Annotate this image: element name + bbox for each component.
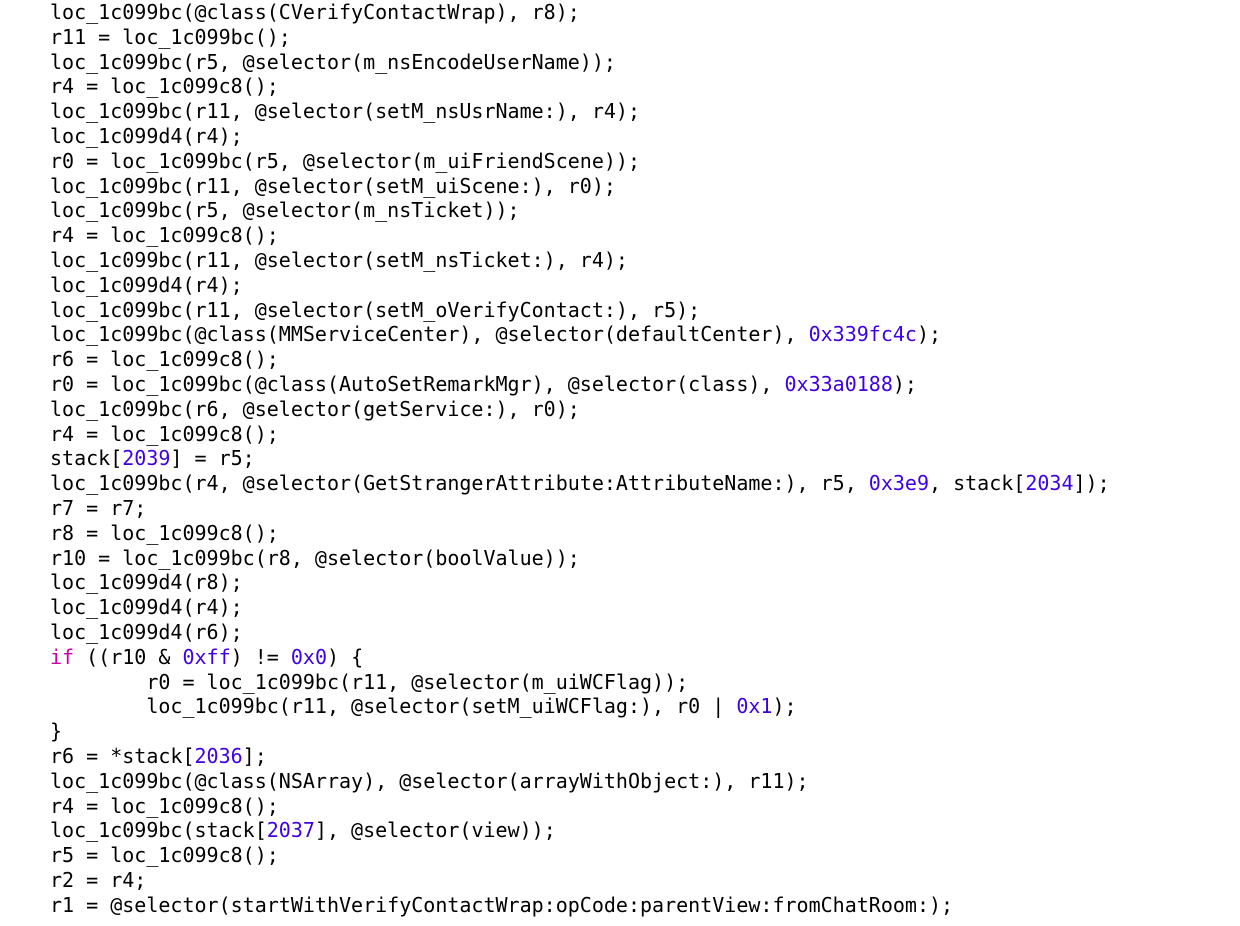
code-line: loc_1c099d4(r8); [50,570,243,594]
disassembly-code-block: loc_1c099bc(@class(CVerifyContactWrap), … [0,0,1240,917]
code-text: loc_1c099bc(r4, @selector(GetStrangerAtt… [50,471,869,495]
code-line: r7 = r7; [50,496,146,520]
code-line: loc_1c099bc(r11, @selector(setM_nsUsrNam… [50,99,640,123]
code-text: loc_1c099bc(r11, @selector(setM_nsTicket… [50,248,628,272]
code-line: loc_1c099bc(@class(NSArray), @selector(a… [50,769,809,793]
code-text: r4 = loc_1c099c8(); [50,794,279,818]
code-text: ) { [327,645,363,669]
code-line: loc_1c099bc(@class(CVerifyContactWrap), … [50,0,580,24]
code-text: ]; [243,744,267,768]
code-line: r4 = loc_1c099c8(); [50,422,279,446]
code-text: r2 = r4; [50,868,146,892]
code-line: r1 = @selector(startWithVerifyContactWra… [50,893,953,917]
number-literal: 0xff [182,645,230,669]
code-text: loc_1c099bc(@class(MMServiceCenter), @se… [50,322,809,346]
code-text: r6 = loc_1c099c8(); [50,347,279,371]
code-text: stack[ [50,446,122,470]
keyword-token: if [50,645,74,669]
code-text: r1 = @selector(startWithVerifyContactWra… [50,893,953,917]
code-text: loc_1c099bc(stack[ [50,818,267,842]
code-text: r4 = loc_1c099c8(); [50,74,279,98]
code-line: r8 = loc_1c099c8(); [50,521,279,545]
code-line: loc_1c099d4(r4); [50,124,243,148]
code-line: r4 = loc_1c099c8(); [50,74,279,98]
code-text: r0 = loc_1c099bc(r11, @selector(m_uiWCFl… [50,670,688,694]
code-line: r0 = loc_1c099bc(r11, @selector(m_uiWCFl… [50,670,688,694]
code-text: r4 = loc_1c099c8(); [50,422,279,446]
code-line: } [50,719,62,743]
code-line: loc_1c099bc(r4, @selector(GetStrangerAtt… [50,471,1110,495]
code-line: loc_1c099d4(r4); [50,273,243,297]
code-line: loc_1c099bc(r11, @selector(setM_oVerifyC… [50,298,700,322]
code-text: r6 = *stack[ [50,744,195,768]
number-literal: 2036 [195,744,243,768]
code-text: r4 = loc_1c099c8(); [50,223,279,247]
code-text: loc_1c099d4(r6); [50,620,243,644]
code-line: loc_1c099d4(r6); [50,620,243,644]
code-line: r0 = loc_1c099bc(r5, @selector(m_uiFrien… [50,149,640,173]
code-text: loc_1c099bc(r5, @selector(m_nsTicket)); [50,198,520,222]
code-text: loc_1c099d4(r8); [50,570,243,594]
code-text: ] = r5; [170,446,254,470]
code-text: loc_1c099bc(@class(NSArray), @selector(a… [50,769,809,793]
code-text: loc_1c099bc(@class(CVerifyContactWrap), … [50,0,580,24]
code-text: ], @selector(view)); [315,818,556,842]
number-literal: 0x339fc4c [809,322,917,346]
code-line: r10 = loc_1c099bc(r8, @selector(boolValu… [50,546,580,570]
code-line: loc_1c099bc(r11, @selector(setM_uiScene:… [50,174,616,198]
code-line: r4 = loc_1c099c8(); [50,223,279,247]
code-text: ); [772,694,796,718]
code-line: r11 = loc_1c099bc(); [50,25,291,49]
number-literal: 0x33a0188 [785,372,893,396]
code-text: loc_1c099bc(r5, @selector(m_nsEncodeUser… [50,50,616,74]
code-text: ]); [1074,471,1110,495]
code-text: ((r10 & [74,645,182,669]
number-literal: 2037 [267,818,315,842]
code-text: r0 = loc_1c099bc(r5, @selector(m_uiFrien… [50,149,640,173]
code-text: loc_1c099bc(r11, @selector(setM_uiWCFlag… [50,694,736,718]
code-text: , stack[ [929,471,1025,495]
code-line: r6 = loc_1c099c8(); [50,347,279,371]
code-line: loc_1c099bc(r6, @selector(getService:), … [50,397,580,421]
number-literal: 0x3e9 [869,471,929,495]
number-literal: 2034 [1025,471,1073,495]
code-line: loc_1c099d4(r4); [50,595,243,619]
code-text: loc_1c099d4(r4); [50,124,243,148]
code-text: r8 = loc_1c099c8(); [50,521,279,545]
code-line: loc_1c099bc(stack[2037], @selector(view)… [50,818,556,842]
code-line: r6 = *stack[2036]; [50,744,267,768]
code-text: r0 = loc_1c099bc(@class(AutoSetRemarkMgr… [50,372,785,396]
code-text: loc_1c099bc(r11, @selector(setM_oVerifyC… [50,298,700,322]
number-literal: 0x1 [736,694,772,718]
number-literal: 2039 [122,446,170,470]
code-text: r11 = loc_1c099bc(); [50,25,291,49]
code-text: r10 = loc_1c099bc(r8, @selector(boolValu… [50,546,580,570]
code-text: ) != [231,645,291,669]
code-text: loc_1c099d4(r4); [50,595,243,619]
number-literal: 0x0 [291,645,327,669]
code-line: loc_1c099bc(r5, @selector(m_nsEncodeUser… [50,50,616,74]
code-line: if ((r10 & 0xff) != 0x0) { [50,645,363,669]
code-text: loc_1c099bc(r11, @selector(setM_uiScene:… [50,174,616,198]
code-text: ); [893,372,917,396]
code-text: r5 = loc_1c099c8(); [50,843,279,867]
code-text: loc_1c099bc(r11, @selector(setM_nsUsrNam… [50,99,640,123]
code-line: r5 = loc_1c099c8(); [50,843,279,867]
code-line: stack[2039] = r5; [50,446,255,470]
code-line: loc_1c099bc(@class(MMServiceCenter), @se… [50,322,941,346]
code-line: r0 = loc_1c099bc(@class(AutoSetRemarkMgr… [50,372,917,396]
code-line: loc_1c099bc(r5, @selector(m_nsTicket)); [50,198,520,222]
code-text: } [50,719,62,743]
code-text: ); [917,322,941,346]
code-line: loc_1c099bc(r11, @selector(setM_nsTicket… [50,248,628,272]
code-text: loc_1c099bc(r6, @selector(getService:), … [50,397,580,421]
code-line: r4 = loc_1c099c8(); [50,794,279,818]
code-text: r7 = r7; [50,496,146,520]
code-line: r2 = r4; [50,868,146,892]
code-line: loc_1c099bc(r11, @selector(setM_uiWCFlag… [50,694,797,718]
code-text: loc_1c099d4(r4); [50,273,243,297]
